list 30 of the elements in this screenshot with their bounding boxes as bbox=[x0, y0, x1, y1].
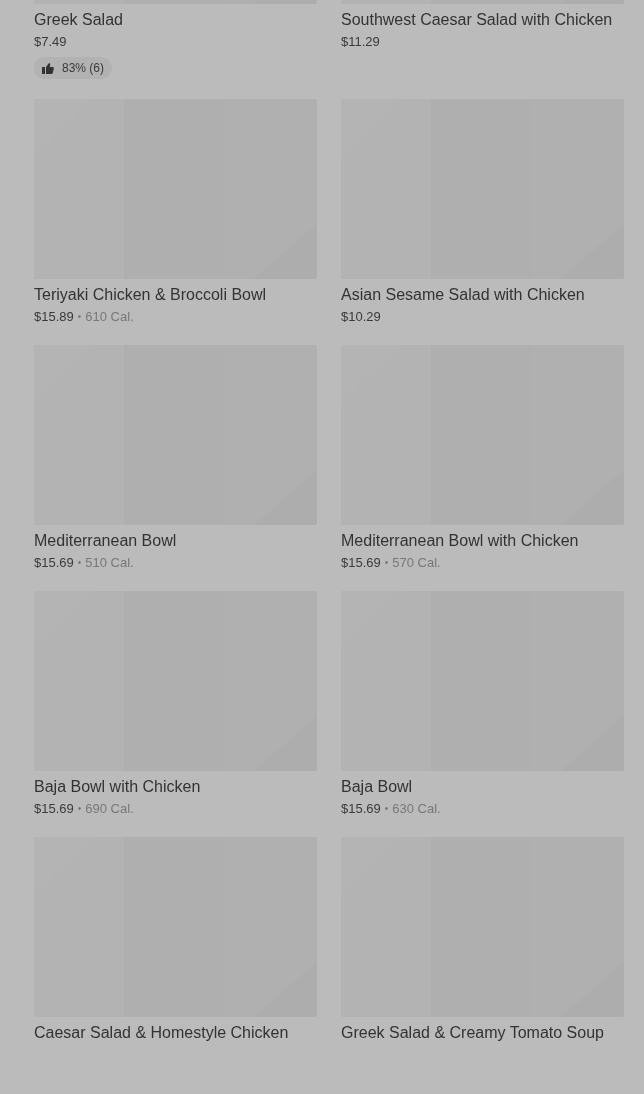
item-name[interactable]: Mediterranean Bowl bbox=[34, 530, 317, 551]
item-name[interactable]: Southwest Caesar Salad with Chicken bbox=[341, 10, 624, 30]
item-name[interactable]: Caesar Salad & Homestyle Chicken bbox=[34, 1022, 317, 1043]
separator-dot: • bbox=[384, 555, 389, 570]
separator-dot: • bbox=[77, 801, 82, 816]
item-calories: 570 Cal. bbox=[392, 553, 441, 572]
rating-badge: 83% (6) bbox=[34, 57, 113, 79]
thumbs-up-icon bbox=[42, 62, 54, 74]
item-price: $15.69 bbox=[341, 799, 381, 818]
item-name[interactable]: Baja Bowl bbox=[341, 776, 624, 797]
item-price: $11.29 bbox=[341, 33, 380, 51]
item-calories: 610 Cal. bbox=[85, 307, 134, 326]
separator-dot: • bbox=[384, 801, 389, 816]
item-price: $7.49 bbox=[34, 33, 67, 51]
item-price: $15.69 bbox=[34, 553, 74, 572]
item-price: $15.69 bbox=[34, 799, 74, 818]
item-price: $15.69 bbox=[341, 553, 381, 572]
item-price: $10.29 bbox=[341, 307, 381, 326]
item-name[interactable]: Mediterranean Bowl with Chicken bbox=[341, 530, 624, 551]
item-calories: 630 Cal. bbox=[392, 799, 441, 818]
item-name[interactable]: Greek Salad & Creamy Tomato Soup bbox=[341, 1022, 624, 1043]
item-calories: 690 Cal. bbox=[85, 799, 134, 818]
item-calories: 510 Cal. bbox=[85, 553, 134, 572]
item-name[interactable]: Greek Salad bbox=[34, 10, 317, 30]
item-name[interactable]: Baja Bowl with Chicken bbox=[34, 776, 317, 797]
separator-dot: • bbox=[77, 309, 82, 324]
separator-dot: • bbox=[77, 555, 82, 570]
item-name[interactable]: Teriyaki Chicken & Broccoli Bowl bbox=[34, 284, 317, 305]
item-price: $15.89 bbox=[34, 307, 74, 326]
item-name[interactable]: Asian Sesame Salad with Chicken bbox=[341, 284, 624, 305]
